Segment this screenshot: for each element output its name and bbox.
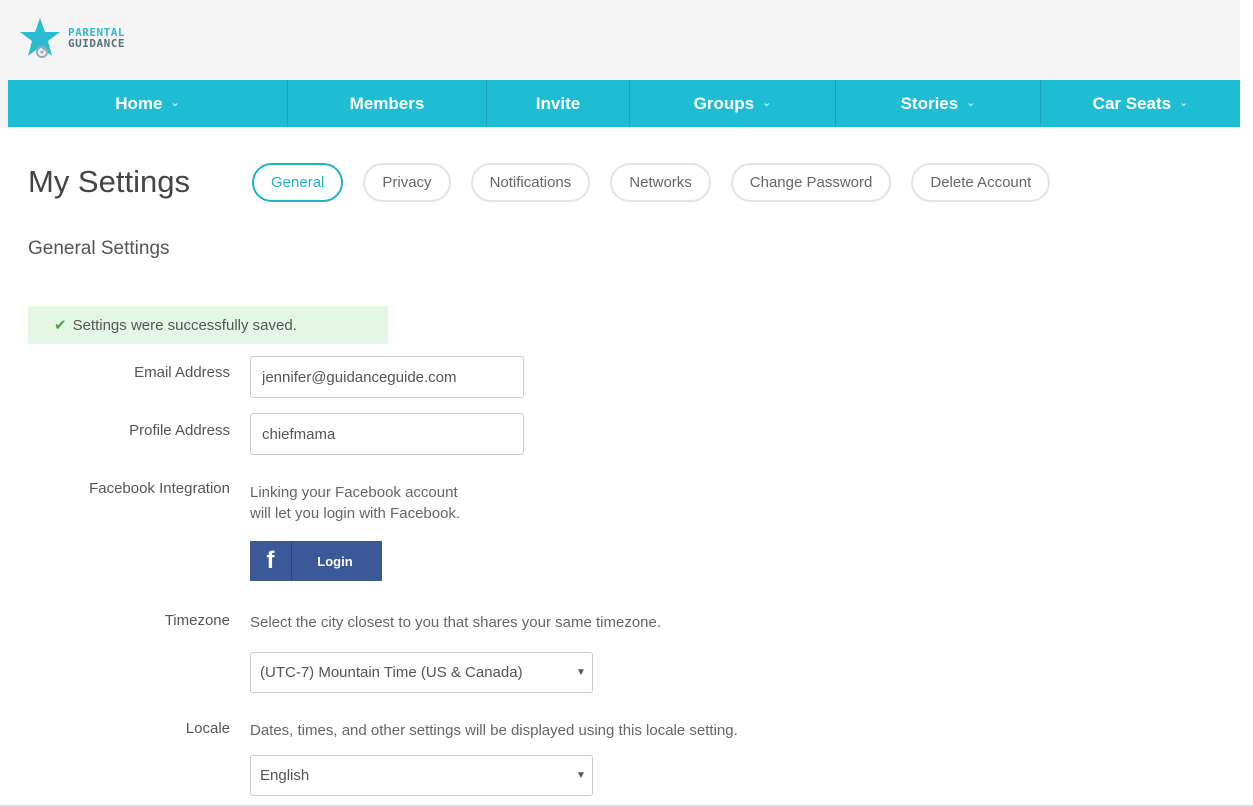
facebook-help-text: Linking your Facebook account will let y… <box>250 482 460 524</box>
locale-select[interactable]: English ▼ <box>250 755 593 796</box>
profile-address-field[interactable] <box>250 413 524 455</box>
brand-logo[interactable]: PARENTAL GUIDANCE <box>16 14 125 62</box>
chevron-down-icon: ⌄ <box>170 97 180 109</box>
nav-item-home[interactable]: Home ⌄ <box>8 80 288 127</box>
facebook-login-button[interactable]: f Login <box>250 541 382 581</box>
nav-item-groups[interactable]: Groups ⌄ <box>630 80 836 127</box>
chevron-down-icon: ⌄ <box>966 97 976 109</box>
nav-item-label: Invite <box>535 93 581 113</box>
nav-item-stories[interactable]: Stories ⌄ <box>836 80 1041 127</box>
email-label: Email Address <box>134 364 230 381</box>
brand-wordmark: PARENTAL GUIDANCE <box>68 27 125 49</box>
tab-notifications[interactable]: Notifications <box>470 163 591 202</box>
caret-down-icon: ▼ <box>576 667 586 678</box>
success-alert: ✔ Settings were successfully saved. <box>28 306 388 344</box>
nav-item-label: Home <box>115 93 163 113</box>
tab-change-password[interactable]: Change Password <box>730 163 892 202</box>
locale-selected-value: English <box>260 767 310 784</box>
nav-item-label: Car Seats <box>1092 93 1172 113</box>
nav-item-members[interactable]: Members <box>288 80 487 127</box>
nav-item-label: Groups <box>693 93 755 113</box>
nav-item-label: Stories <box>900 93 959 113</box>
facebook-help-line-2: will let you login with Facebook. <box>250 505 461 522</box>
nav-item-car-seats[interactable]: Car Seats ⌄ <box>1041 80 1240 127</box>
brand-line-2: GUIDANCE <box>68 37 125 50</box>
star-logo-icon <box>20 18 60 58</box>
locale-label: Locale <box>185 720 230 737</box>
timezone-select[interactable]: (UTC-7) Mountain Time (US & Canada) ▼ <box>250 652 593 693</box>
timezone-help-text: Select the city closest to you that shar… <box>250 614 662 631</box>
alert-message: Settings were successfully saved. <box>72 316 297 334</box>
chevron-down-icon: ⌄ <box>762 97 772 109</box>
tab-networks[interactable]: Networks <box>610 163 711 202</box>
caret-down-icon: ▼ <box>576 770 586 781</box>
checkmark-icon: ✔ <box>54 317 67 334</box>
main-nav: Home ⌄ Members Invite Groups ⌄ Stories ⌄… <box>8 80 1240 127</box>
section-title: General Settings <box>28 238 170 259</box>
timezone-label: Timezone <box>164 612 230 629</box>
tab-privacy[interactable]: Privacy <box>363 163 451 202</box>
timezone-selected-value: (UTC-7) Mountain Time (US & Canada) <box>260 664 523 681</box>
facebook-icon: f <box>250 541 292 581</box>
locale-help-text: Dates, times, and other settings will be… <box>250 722 738 739</box>
nav-item-label: Members <box>349 93 425 113</box>
profile-address-label: Profile Address <box>129 422 230 439</box>
settings-tabs: General Privacy Notifications Networks C… <box>252 163 1051 202</box>
facebook-login-label: Login <box>317 553 353 569</box>
facebook-integration-label: Facebook Integration <box>89 480 230 497</box>
facebook-help-line-1: Linking your Facebook account <box>250 484 458 501</box>
page-title: My Settings <box>28 164 190 199</box>
email-field[interactable] <box>250 356 524 398</box>
chevron-down-icon: ⌄ <box>1179 97 1189 109</box>
nav-item-invite[interactable]: Invite <box>487 80 630 127</box>
tab-general[interactable]: General <box>252 163 344 202</box>
tab-delete-account[interactable]: Delete Account <box>911 163 1051 202</box>
